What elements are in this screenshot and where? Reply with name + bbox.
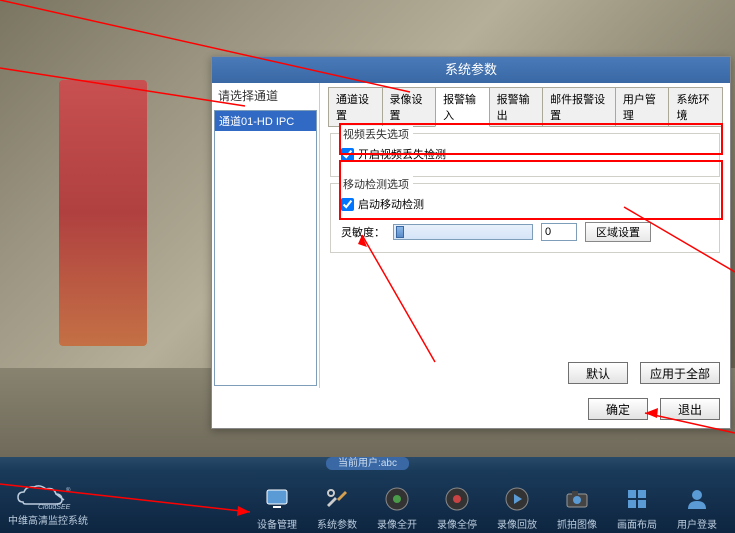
sidebar-label: 请选择通道 [212, 83, 319, 108]
rec-on-icon [382, 484, 412, 514]
tab-env[interactable]: 系统环境 [668, 87, 723, 126]
dialog-title: 系统参数 [212, 57, 730, 83]
taskbar-playback[interactable]: 录像回放 [497, 484, 537, 531]
motion-detect-group: 移动检测选项 启动移动检测 灵敏度： 区域设置 [330, 183, 720, 253]
motion-checkbox[interactable] [341, 198, 354, 211]
user-icon [682, 484, 712, 514]
video-loss-label: 开启视频丢失检测 [358, 146, 446, 162]
tab-email[interactable]: 邮件报警设置 [542, 87, 616, 126]
taskbar-rec-on[interactable]: 录像全开 [377, 484, 417, 531]
cloud-icon: CloudSEE ® [8, 482, 88, 512]
taskbar-label: 设备管理 [257, 516, 297, 531]
tools-icon [322, 484, 352, 514]
default-button[interactable]: 默认 [568, 362, 628, 384]
grid-icon [622, 484, 652, 514]
taskbar-camera[interactable]: 抓拍图像 [557, 484, 597, 531]
taskbar-rec-off[interactable]: 录像全停 [437, 484, 477, 531]
motion-legend: 移动检测选项 [339, 176, 413, 192]
svg-text:®: ® [66, 487, 71, 494]
taskbar-label: 画面布局 [617, 516, 657, 531]
sensitivity-value[interactable] [541, 223, 577, 241]
tab-channel[interactable]: 通道设置 [328, 87, 383, 126]
motion-label: 启动移动检测 [358, 196, 424, 212]
taskbar-label: 用户登录 [677, 516, 717, 531]
rec-off-icon [442, 484, 472, 514]
sensitivity-row: 灵敏度： 区域设置 [341, 222, 709, 242]
channel-sidebar: 请选择通道 通道01-HD IPC [212, 83, 320, 388]
channel-list[interactable]: 通道01-HD IPC [214, 110, 317, 386]
video-loss-checkbox[interactable] [341, 148, 354, 161]
taskbar-label: 录像回放 [497, 516, 537, 531]
taskbar-label: 抓拍图像 [557, 516, 597, 531]
area-settings-button[interactable]: 区域设置 [585, 222, 651, 242]
tab-alarm-out[interactable]: 报警输出 [489, 87, 544, 126]
taskbar-user[interactable]: 用户登录 [677, 484, 717, 531]
taskbar-label: 录像全停 [437, 516, 477, 531]
ok-button[interactable]: 确定 [588, 398, 648, 420]
user-bar: 当前用户:abc [0, 457, 735, 471]
playback-icon [502, 484, 532, 514]
video-loss-legend: 视频丢失选项 [339, 126, 413, 142]
video-loss-group: 视频丢失选项 开启视频丢失检测 [330, 133, 720, 177]
taskbar: CloudSEE ® 中维高清监控系统 设备管理 系统参数 录像全开 录像全停 录像回放 抓… [0, 471, 735, 533]
tab-alarm-in[interactable]: 报警输入 [435, 87, 490, 127]
tab-users[interactable]: 用户管理 [615, 87, 670, 126]
channel-item[interactable]: 通道01-HD IPC [215, 111, 316, 131]
sensitivity-label: 灵敏度： [341, 224, 385, 240]
apply-all-button[interactable]: 应用于全部 [640, 362, 720, 384]
system-params-dialog: 系统参数 请选择通道 通道01-HD IPC 通道设置 录像设置 报警输入 报警… [211, 56, 731, 429]
taskbar-label: 录像全开 [377, 516, 417, 531]
logo-subtitle: 中维高清监控系统 [8, 512, 88, 527]
camera-icon [562, 484, 592, 514]
monitor-icon [262, 484, 292, 514]
tab-bar: 通道设置 录像设置 报警输入 报警输出 邮件报警设置 用户管理 系统环境 [328, 87, 722, 127]
taskbar-tools[interactable]: 系统参数 [317, 484, 357, 531]
motion-checkbox-row[interactable]: 启动移动检测 [341, 196, 709, 212]
exit-button[interactable]: 退出 [660, 398, 720, 420]
sensitivity-slider[interactable] [393, 224, 533, 240]
video-loss-checkbox-row[interactable]: 开启视频丢失检测 [341, 146, 709, 162]
taskbar-monitor[interactable]: 设备管理 [257, 484, 297, 531]
svg-text:CloudSEE: CloudSEE [38, 504, 71, 511]
tab-record[interactable]: 录像设置 [382, 87, 437, 126]
dialog-content: 通道设置 录像设置 报警输入 报警输出 邮件报警设置 用户管理 系统环境 视频丢… [320, 83, 730, 388]
logo: CloudSEE ® 中维高清监控系统 [8, 482, 88, 531]
taskbar-grid[interactable]: 画面布局 [617, 484, 657, 531]
taskbar-label: 系统参数 [317, 516, 357, 531]
